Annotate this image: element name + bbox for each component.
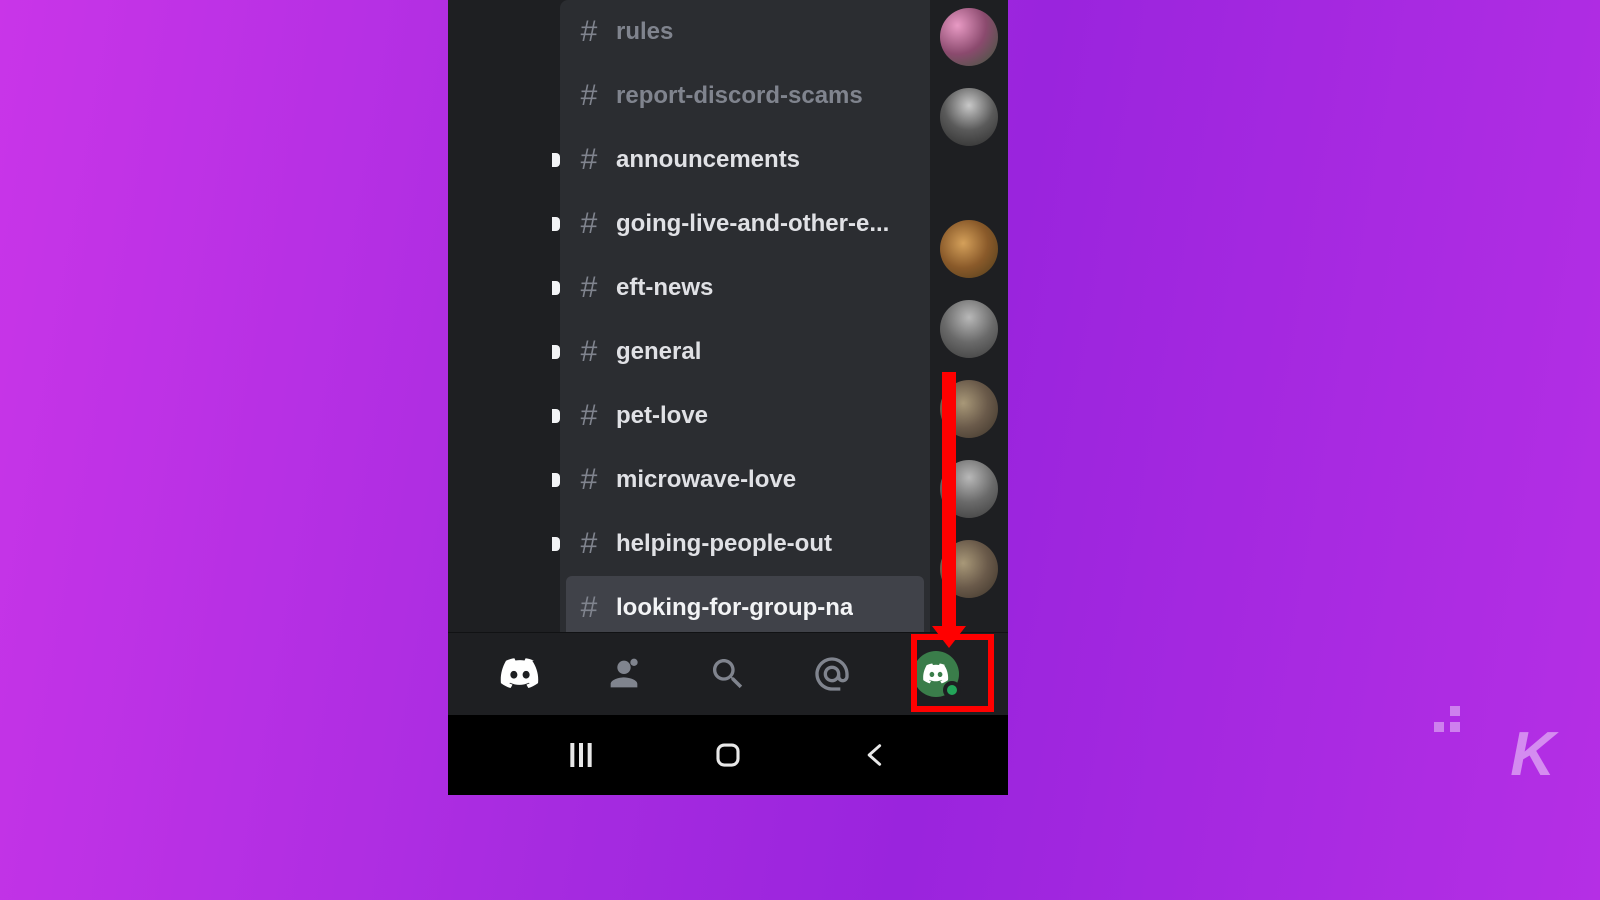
channel-rules[interactable]: # rules [560, 0, 930, 64]
channel-general[interactable]: # general [560, 320, 930, 384]
channel-name: going-live-and-other-e... [616, 210, 889, 238]
recents-icon [565, 739, 597, 771]
friends-icon [604, 654, 644, 694]
unread-indicator [552, 281, 560, 295]
channel-name: rules [616, 18, 673, 46]
watermark: K [1510, 719, 1552, 790]
back-button[interactable] [845, 725, 905, 785]
channel-eft-news[interactable]: # eft-news [560, 256, 930, 320]
channel-going-live[interactable]: # going-live-and-other-e... [560, 192, 930, 256]
hash-icon: # [578, 207, 600, 241]
unread-indicator [552, 473, 560, 487]
home-button[interactable] [698, 725, 758, 785]
channel-name: microwave-love [616, 466, 796, 494]
hash-icon: # [578, 399, 600, 433]
unread-indicator [552, 409, 560, 423]
mentions-tab[interactable] [804, 646, 860, 702]
search-tab[interactable] [700, 646, 756, 702]
friends-tab[interactable] [596, 646, 652, 702]
channel-list: # rules # report-discord-scams # announc… [560, 0, 930, 632]
channel-announcements[interactable]: # announcements [560, 128, 930, 192]
dm-avatar[interactable] [940, 300, 998, 358]
channel-looking-for-group-na[interactable]: # looking-for-group-na [566, 576, 924, 640]
channel-name: announcements [616, 146, 800, 174]
recents-button[interactable] [551, 725, 611, 785]
dm-avatar[interactable] [940, 88, 998, 146]
hash-icon: # [578, 143, 600, 177]
hash-icon: # [578, 15, 600, 49]
unread-indicator [552, 217, 560, 231]
unread-indicator [552, 153, 560, 167]
hash-icon: # [578, 527, 600, 561]
hash-icon: # [578, 591, 600, 625]
hash-icon: # [578, 79, 600, 113]
channel-name: report-discord-scams [616, 82, 863, 110]
channel-microwave-love[interactable]: # microwave-love [560, 448, 930, 512]
hash-icon: # [578, 335, 600, 369]
annotation-arrow [942, 372, 956, 632]
channel-name: pet-love [616, 402, 708, 430]
hash-icon: # [578, 463, 600, 497]
home-tab[interactable] [492, 646, 548, 702]
search-icon [708, 654, 748, 694]
channel-name: eft-news [616, 274, 713, 302]
channel-pet-love[interactable]: # pet-love [560, 384, 930, 448]
channel-name: helping-people-out [616, 530, 832, 558]
channel-report-discord-scams[interactable]: # report-discord-scams [560, 64, 930, 128]
android-navigation-bar [448, 715, 1008, 795]
channel-name: looking-for-group-na [616, 594, 853, 622]
home-icon [713, 740, 743, 770]
at-icon [812, 654, 852, 694]
channel-name: general [616, 338, 701, 366]
dm-avatar[interactable] [940, 220, 998, 278]
unread-indicator [552, 537, 560, 551]
watermark-dots [1434, 706, 1460, 732]
hash-icon: # [578, 271, 600, 305]
annotation-highlight-box [911, 634, 994, 712]
dm-avatar[interactable] [940, 8, 998, 66]
discord-logo-icon [499, 653, 541, 695]
unread-indicator [552, 345, 560, 359]
channel-helping-people-out[interactable]: # helping-people-out [560, 512, 930, 576]
back-icon [861, 741, 889, 769]
